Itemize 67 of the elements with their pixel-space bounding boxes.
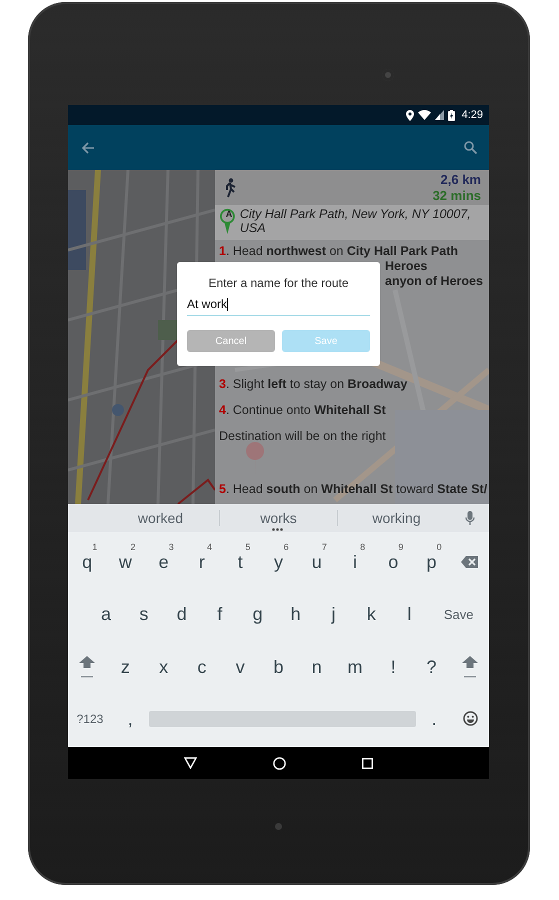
- keyboard-key[interactable]: ?: [412, 646, 451, 687]
- keyboard-key[interactable]: f: [200, 594, 239, 634]
- shift-icon[interactable]: [79, 656, 96, 678]
- direction-step: Heroes: [385, 259, 428, 274]
- keyboard-key[interactable]: g: [238, 594, 277, 634]
- keyboard-key[interactable]: z: [106, 646, 145, 687]
- speaker-dot: [275, 823, 282, 830]
- direction-step: anyon of Heroes: [385, 274, 483, 289]
- route-name-field[interactable]: At work: [187, 295, 370, 316]
- microphone-icon[interactable]: [465, 511, 475, 525]
- route-duration: 32 mins: [432, 188, 481, 204]
- back-arrow-icon[interactable]: [81, 140, 95, 154]
- backspace-icon[interactable]: [461, 556, 478, 568]
- suggestion[interactable]: works: [220, 510, 337, 526]
- keyboard-key[interactable]: d: [162, 594, 201, 634]
- recents-square-icon[interactable]: [362, 758, 373, 768]
- keyboard-key[interactable]: !: [374, 646, 412, 687]
- keyboard-key[interactable]: x: [144, 646, 183, 687]
- smiley-icon[interactable]: [463, 711, 478, 726]
- direction-step: 5. Head south on Whitehall St toward State St/: [219, 482, 485, 497]
- battery-icon: [448, 110, 455, 120]
- pin-label: A: [224, 209, 234, 219]
- keyboard-key[interactable]: v: [221, 646, 260, 687]
- keyboard-key[interactable]: r 4: [182, 542, 222, 582]
- keyboard-key[interactable]: .: [416, 698, 452, 739]
- suggestion[interactable]: working: [338, 510, 455, 526]
- keyboard-key[interactable]: e 3: [144, 542, 183, 582]
- direction-step: 1. Head northwest on City Hall Park Path: [219, 244, 485, 259]
- keyboard-key[interactable]: q 1: [68, 542, 106, 582]
- shift-icon[interactable]: [462, 656, 478, 678]
- keyboard-key[interactable]: i 8: [336, 542, 374, 582]
- keyboard-key[interactable]: p 0: [412, 542, 451, 582]
- keyboard-key[interactable]: w 2: [106, 542, 145, 582]
- home-circle-icon[interactable]: [273, 756, 286, 770]
- back-triangle-icon[interactable]: [184, 757, 197, 769]
- keyboard-key[interactable]: b: [259, 646, 298, 687]
- keyboard-key[interactable]: ?123: [68, 698, 112, 739]
- dialog-title: Enter a name for the route: [207, 276, 350, 291]
- location-icon: [406, 110, 414, 120]
- wifi-icon: [418, 110, 431, 120]
- direction-step: 3. Slight left to stay on Broadway: [219, 377, 485, 392]
- status-time: 4:29: [462, 109, 483, 121]
- camera-dot: [382, 69, 394, 81]
- keyboard-key[interactable]: n: [298, 646, 336, 687]
- keyboard-key[interactable]: s: [124, 594, 163, 634]
- keyboard-key[interactable]: Save: [428, 594, 489, 634]
- keyboard-key[interactable]: l: [390, 594, 428, 634]
- keyboard-key[interactable]: m: [336, 646, 374, 687]
- keyboard-key[interactable]: c: [182, 646, 222, 687]
- search-icon[interactable]: [464, 141, 477, 154]
- keyboard-key[interactable]: y 6: [259, 542, 298, 582]
- keyboard-key[interactable]: h: [276, 594, 315, 634]
- more-dots-icon[interactable]: [272, 528, 283, 531]
- keyboard-key[interactable]: j: [314, 594, 352, 634]
- direction-step: Destination will be on the right: [219, 429, 485, 444]
- keyboard-key[interactable]: k: [352, 594, 390, 634]
- keyboard-key[interactable]: t 5: [221, 542, 260, 582]
- walking-person-icon: [223, 178, 237, 198]
- keyboard-key[interactable]: a: [87, 594, 125, 634]
- suggestion[interactable]: worked: [102, 510, 219, 526]
- keyboard-key[interactable]: o 9: [374, 542, 412, 582]
- direction-step: 4. Continue onto Whitehall St: [219, 403, 485, 418]
- keyboard-key[interactable]: u 7: [298, 542, 336, 582]
- start-address: City Hall Park Path, New York, NY 10007, USA: [240, 207, 472, 235]
- route-distance: 2,6 km: [440, 172, 481, 188]
- keyboard-key[interactable]: ,: [112, 698, 149, 739]
- signal-icon: [434, 110, 444, 120]
